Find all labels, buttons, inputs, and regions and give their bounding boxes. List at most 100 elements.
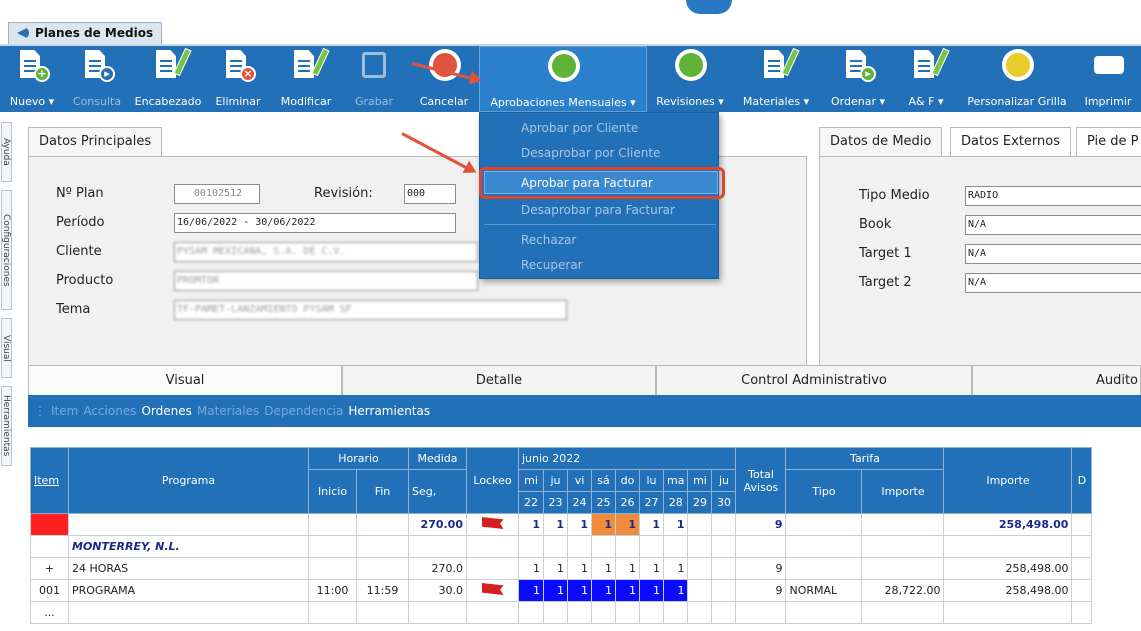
col-horario: Horario bbox=[308, 447, 409, 470]
table-row[interactable]: ... bbox=[30, 601, 1093, 624]
table-cell bbox=[1071, 557, 1093, 580]
menu-recuperar[interactable]: Recuperar bbox=[521, 258, 583, 272]
af-button[interactable]: A& F ▾ bbox=[898, 46, 954, 112]
tab-auditoria[interactable]: Audito bbox=[972, 365, 1141, 395]
side-tab-ayuda[interactable]: Ayuda bbox=[1, 122, 12, 182]
side-tab-configuraciones[interactable]: Configuraciones bbox=[1, 190, 12, 310]
col-total-avisos[interactable]: Total Avisos bbox=[735, 447, 787, 514]
tab-visual[interactable]: Visual bbox=[28, 365, 342, 395]
tab-planes-de-medios[interactable]: Planes de Medios bbox=[8, 22, 163, 44]
cancelar-button[interactable]: Cancelar bbox=[412, 46, 476, 112]
table-cell bbox=[591, 601, 616, 624]
table-cell bbox=[356, 601, 409, 624]
table-cell: 9 bbox=[735, 557, 787, 580]
menu-item[interactable]: Item bbox=[51, 404, 78, 418]
col-fin[interactable]: Fin bbox=[356, 469, 409, 514]
producto-field[interactable]: PROMTOR bbox=[174, 271, 478, 291]
menu-herramientas[interactable]: Herramientas bbox=[348, 404, 430, 418]
col-inicio[interactable]: Inicio bbox=[308, 469, 357, 514]
day-num: 24 bbox=[567, 491, 592, 514]
aprobaciones-mensuales-button[interactable]: Aprobaciones Mensuales ▾ bbox=[479, 46, 647, 112]
menu-materiales[interactable]: Materiales bbox=[197, 404, 259, 418]
table-cell: 9 bbox=[735, 513, 787, 536]
table-cell: 1 bbox=[662, 513, 689, 536]
imprimir-button[interactable]: Imprimir bbox=[1076, 46, 1140, 112]
menu-acciones[interactable]: Acciones bbox=[83, 404, 136, 418]
tab-label: Planes de Medios bbox=[35, 26, 154, 40]
tema-field[interactable]: TF-PAMET-LANZAMIENTO PYSAM SF bbox=[174, 300, 567, 320]
menu-rechazar[interactable]: Rechazar bbox=[521, 233, 576, 247]
order-document-icon: ▸ bbox=[844, 50, 876, 82]
table-cell: 11:59 bbox=[356, 579, 409, 602]
table-cell bbox=[687, 513, 713, 536]
tab-control-administrativo[interactable]: Control Administrativo bbox=[656, 365, 972, 395]
af-document-icon bbox=[912, 47, 950, 82]
tipo-medio-field[interactable]: RADIO bbox=[965, 186, 1141, 206]
col-seg[interactable]: Seg, bbox=[408, 469, 467, 514]
table-cell bbox=[308, 601, 357, 624]
table-cell bbox=[356, 557, 409, 580]
menu-desaprobar-para-facturar[interactable]: Desaprobar para Facturar bbox=[521, 203, 675, 217]
periodo-field[interactable]: 16/06/2022 - 30/06/2022 bbox=[174, 213, 456, 233]
table-cell bbox=[861, 601, 945, 624]
revisiones-button[interactable]: Revisiones ▾ bbox=[650, 46, 730, 112]
table-cell: 1 bbox=[567, 579, 592, 602]
col-importe[interactable]: Importe bbox=[861, 469, 945, 514]
modificar-button[interactable]: Modificar bbox=[272, 46, 340, 112]
col-programa[interactable]: Programa bbox=[68, 447, 309, 514]
plan-field[interactable]: 00102512 bbox=[174, 184, 260, 204]
col-tipo[interactable]: Tipo bbox=[785, 469, 863, 514]
eliminar-button[interactable]: × Eliminar bbox=[206, 46, 270, 112]
table-cell: 1 bbox=[543, 513, 568, 536]
col-item[interactable]: Item bbox=[30, 447, 69, 514]
menu-aprobar-por-cliente[interactable]: Aprobar por Cliente bbox=[521, 121, 638, 135]
table-row[interactable]: +24 HORAS 270.0 1 1 1 1 1 1 1 9 258,498.00 bbox=[30, 557, 1093, 580]
table-cell: 1 bbox=[518, 513, 544, 536]
table-cell bbox=[615, 535, 640, 558]
col-importe-total[interactable]: Importe bbox=[943, 447, 1073, 514]
tab-detalle[interactable]: Detalle bbox=[342, 365, 656, 395]
grabar-button[interactable]: Grabar bbox=[350, 46, 398, 112]
tab-datos-principales[interactable]: Datos Principales bbox=[28, 127, 163, 157]
col-lockeo[interactable]: Lockeo bbox=[466, 447, 519, 514]
table-row[interactable]: 001 PROGRAMA 11:00 11:59 30.0 1 1 1 1 1 1 1 9 NORMAL 2… bbox=[30, 579, 1093, 602]
table-cell bbox=[68, 513, 309, 536]
personalizar-grilla-button[interactable]: Personalizar Grilla bbox=[960, 46, 1074, 112]
target1-field[interactable]: N/A bbox=[965, 244, 1141, 264]
table-cell bbox=[735, 601, 787, 624]
table-cell bbox=[861, 557, 945, 580]
new-button[interactable]: + Nuevo ▾ bbox=[4, 46, 60, 112]
day-dow: lu bbox=[639, 469, 664, 492]
target2-field[interactable]: N/A bbox=[965, 273, 1141, 293]
table-cell bbox=[711, 535, 737, 558]
table-cell bbox=[408, 601, 467, 624]
menu-desaprobar-por-cliente[interactable]: Desaprobar por Cliente bbox=[521, 146, 660, 160]
tab-icon bbox=[17, 27, 29, 39]
day-num: 23 bbox=[543, 491, 568, 514]
cliente-field[interactable]: PYSAM MEXICANA, S.A. DE C.V. bbox=[174, 242, 478, 262]
menu-ordenes[interactable]: Ordenes bbox=[141, 404, 191, 418]
table-cell: 1 bbox=[543, 579, 568, 602]
day-num: 26 bbox=[615, 491, 640, 514]
table-cell bbox=[687, 557, 713, 580]
table-row[interactable]: MONTERREY, N.L. bbox=[30, 535, 1093, 558]
tab-datos-de-medio[interactable]: Datos de Medio bbox=[819, 127, 943, 157]
ordenar-button[interactable]: ▸ Ordenar ▾ bbox=[822, 46, 894, 112]
table-cell bbox=[861, 535, 945, 558]
table-row[interactable]: 270.00 1 1 1 1 1 1 1 9 258,498.00 bbox=[30, 513, 1093, 536]
book-field[interactable]: N/A bbox=[965, 215, 1141, 235]
window-tab-bar: Planes de Medios bbox=[0, 0, 1141, 46]
table-cell bbox=[356, 513, 409, 536]
revision-field[interactable]: 000 bbox=[404, 184, 456, 204]
table-cell: PROGRAMA bbox=[68, 579, 309, 602]
consulta-button[interactable]: ▸ Consulta bbox=[66, 46, 128, 112]
col-medida: Medida bbox=[408, 447, 467, 470]
tab-datos-externos[interactable]: Datos Externos bbox=[950, 127, 1072, 157]
side-tab-visual[interactable]: Visual bbox=[1, 318, 12, 378]
materiales-button[interactable]: Materiales ▾ bbox=[736, 46, 816, 112]
encabezado-button[interactable]: Encabezado bbox=[132, 46, 204, 112]
tab-pie-de-pagina[interactable]: Pie de P bbox=[1076, 127, 1141, 157]
menu-dependencia[interactable]: Dependencia bbox=[264, 404, 343, 418]
side-tab-herramientas[interactable]: Herramientas bbox=[1, 386, 12, 466]
table-cell bbox=[711, 601, 737, 624]
